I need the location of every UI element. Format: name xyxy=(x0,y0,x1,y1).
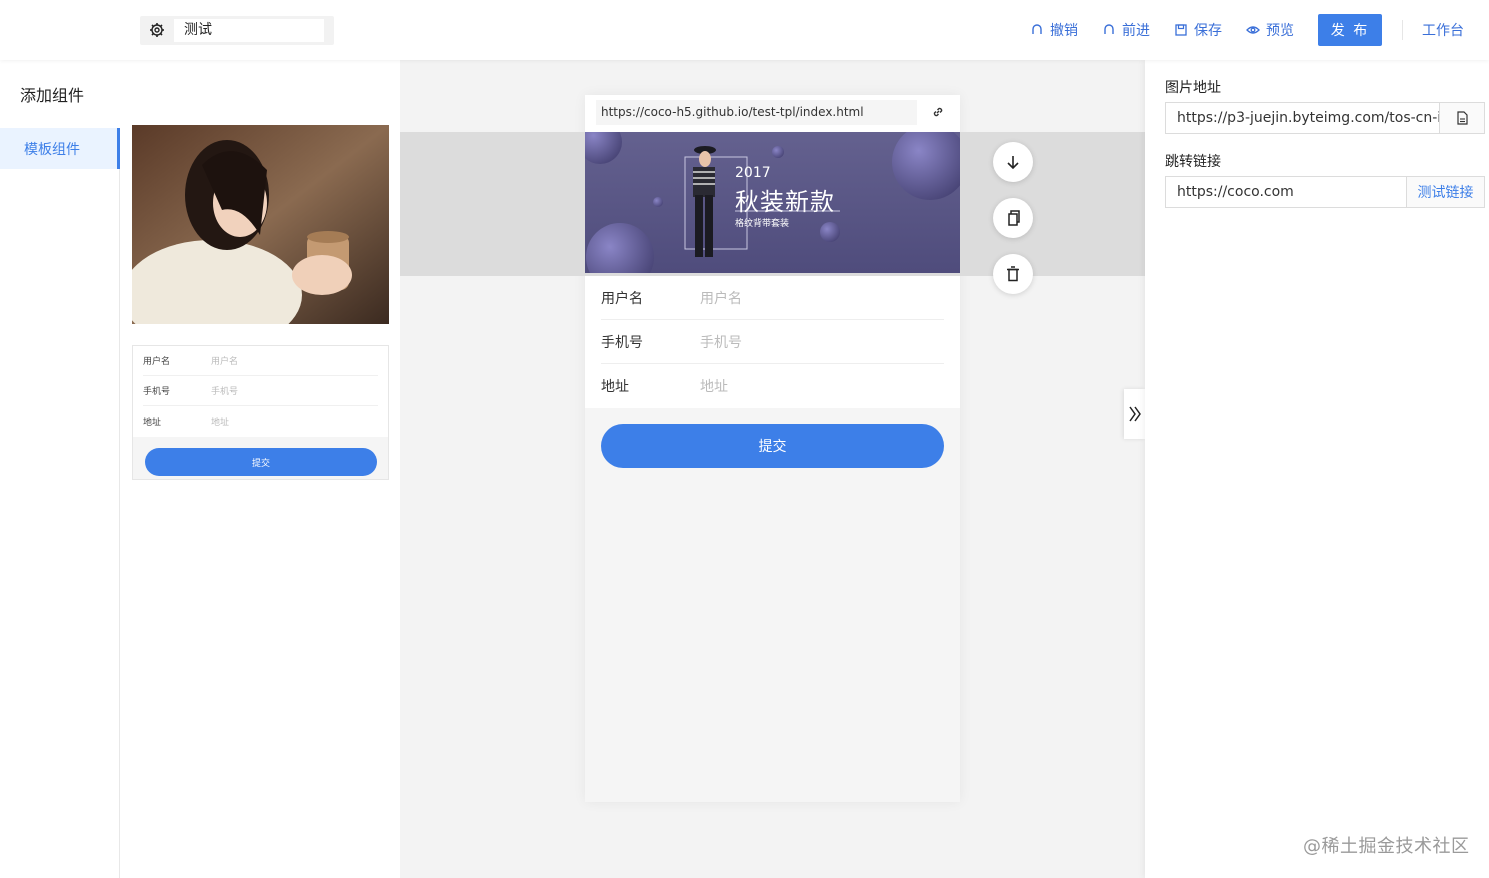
form-row-address[interactable]: 地址 地址 xyxy=(601,364,944,408)
undo-label: 撤销 xyxy=(1050,23,1078,39)
properties-panel: 图片地址 https://p3-juejin.byteimg.com/tos-c… xyxy=(1145,60,1489,878)
delete-button[interactable] xyxy=(993,254,1033,294)
template-form-row: 地址 地址 xyxy=(143,406,378,436)
publish-button[interactable]: 发 布 xyxy=(1318,14,1382,46)
link-field: https://coco.com 测试链接 xyxy=(1165,176,1485,208)
image-url-input[interactable]: https://p3-juejin.byteimg.com/tos-cn-i-k… xyxy=(1166,103,1439,133)
form-row-phone[interactable]: 手机号 手机号 xyxy=(601,320,944,364)
image-url-label: 图片地址 xyxy=(1165,80,1221,96)
submit-button[interactable]: 提交 xyxy=(601,424,944,468)
username-input[interactable]: 用户名 xyxy=(700,288,742,308)
header: 测试 撤销 前进 保存 预览 发 布 工作台 xyxy=(0,0,1489,60)
file-icon xyxy=(1457,111,1468,125)
banner-subline: 格纹背带套装 xyxy=(735,219,790,229)
template-form-submit: 提交 xyxy=(145,448,377,476)
template-photo xyxy=(132,125,389,324)
double-chevron-right-icon xyxy=(1128,406,1141,422)
link-icon[interactable] xyxy=(931,105,945,119)
template-form-card[interactable]: 用户名 用户名 手机号 手机号 地址 地址 提交 xyxy=(132,345,389,480)
save-icon xyxy=(1175,24,1187,36)
save-label: 保存 xyxy=(1194,23,1222,39)
preview-label: 预览 xyxy=(1266,23,1294,39)
page-title-input[interactable]: 测试 xyxy=(174,19,324,42)
form-label: 用户名 xyxy=(601,290,643,307)
banner-image[interactable]: 2017 秋装新款 格纹背带套装 xyxy=(585,132,960,273)
component-panel: 添加组件 模板组件 用户名 用户名 手机号 手机号 地址 地址 提交 xyxy=(0,60,400,878)
link-label: 跳转链接 xyxy=(1165,154,1221,170)
copy-button[interactable] xyxy=(993,198,1033,238)
tab-template-components[interactable]: 模板组件 xyxy=(0,128,120,169)
form-label: 手机号 xyxy=(601,334,643,351)
template-form-label: 用户名 xyxy=(143,357,171,367)
test-link-button[interactable]: 测试链接 xyxy=(1406,177,1484,207)
form-label: 地址 xyxy=(601,379,629,395)
move-down-button[interactable] xyxy=(993,142,1033,182)
phone-input[interactable]: 手机号 xyxy=(700,332,742,352)
eye-icon xyxy=(1246,26,1260,34)
editor-canvas: https://coco-h5.github.io/test-tpl/index… xyxy=(400,60,1145,878)
form-component: 用户名 用户名 手机号 手机号 地址 地址 xyxy=(585,276,960,408)
template-form-row: 手机号 手机号 xyxy=(143,376,378,406)
banner-year: 2017 xyxy=(735,165,771,181)
header-divider xyxy=(1402,20,1403,40)
copy-icon xyxy=(1008,210,1020,226)
template-form-placeholder: 地址 xyxy=(211,417,230,428)
watermark: @稀土掘金技术社区 xyxy=(1303,836,1470,857)
undo-button[interactable]: 撤销 xyxy=(1030,20,1078,40)
url-bar: https://coco-h5.github.io/test-tpl/index… xyxy=(585,95,960,132)
link-input[interactable]: https://coco.com xyxy=(1166,177,1406,207)
redo-label: 前进 xyxy=(1122,23,1150,39)
collapse-panel-button[interactable] xyxy=(1124,389,1145,439)
save-button[interactable]: 保存 xyxy=(1174,20,1222,40)
page-title-box: 测试 xyxy=(140,16,334,45)
undo-icon xyxy=(1032,24,1042,34)
preview-button[interactable]: 预览 xyxy=(1246,20,1294,40)
form-row-username[interactable]: 用户名 用户名 xyxy=(601,276,944,320)
component-tabs: 模板组件 xyxy=(0,128,120,878)
gear-icon[interactable] xyxy=(149,22,165,38)
template-form-label: 手机号 xyxy=(143,387,171,397)
template-form-row: 用户名 用户名 xyxy=(143,346,378,376)
trash-icon xyxy=(1007,266,1019,282)
template-form-placeholder: 用户名 xyxy=(211,357,239,367)
banner-headline: 秋装新款 xyxy=(735,188,835,216)
arrow-down-icon xyxy=(1007,156,1019,170)
template-image-card[interactable] xyxy=(132,125,389,324)
component-panel-title: 添加组件 xyxy=(20,86,85,105)
template-form-placeholder: 手机号 xyxy=(211,387,239,397)
redo-button[interactable]: 前进 xyxy=(1102,20,1150,40)
image-url-field: https://p3-juejin.byteimg.com/tos-cn-i-k… xyxy=(1165,102,1485,134)
preview-url[interactable]: https://coco-h5.github.io/test-tpl/index… xyxy=(596,100,917,125)
file-upload-button[interactable] xyxy=(1439,103,1484,133)
redo-icon xyxy=(1104,24,1114,34)
address-input[interactable]: 地址 xyxy=(700,376,728,396)
workbench-link[interactable]: 工作台 xyxy=(1422,20,1464,40)
template-form-label: 地址 xyxy=(143,417,162,428)
